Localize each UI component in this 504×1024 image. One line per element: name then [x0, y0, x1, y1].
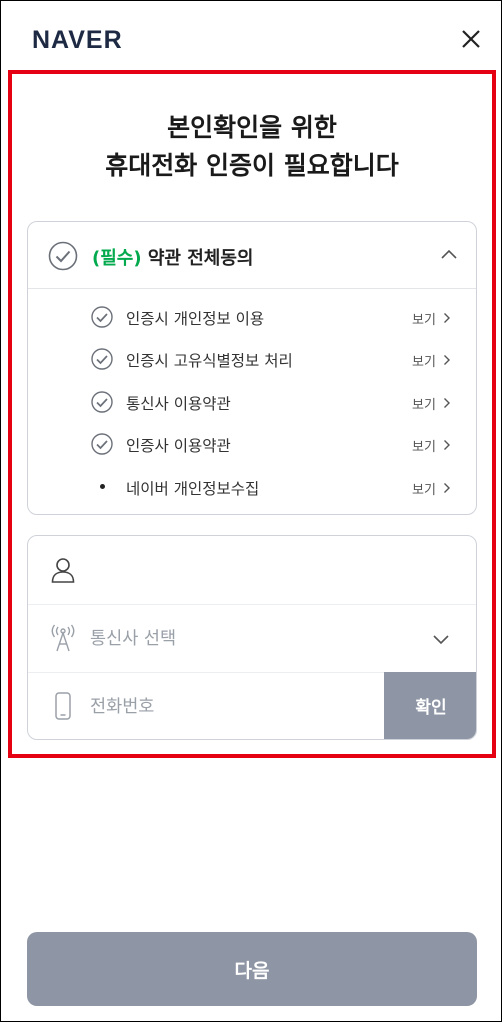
view-link[interactable]: 보기: [412, 479, 436, 498]
view-link[interactable]: 보기: [412, 309, 436, 328]
term-item-label: 인증사 이용약관: [126, 437, 231, 455]
term-item-label: 통신사 이용약관: [126, 395, 231, 413]
check-circle-icon[interactable]: [91, 348, 113, 370]
chevron-up-icon[interactable]: [440, 248, 458, 260]
chevron-right-icon[interactable]: [443, 439, 451, 451]
chevron-right-icon[interactable]: [443, 354, 451, 366]
chevron-right-icon[interactable]: [443, 482, 451, 494]
terms-all-agree-row[interactable]: (필수) 약관 전체동의: [28, 222, 476, 289]
name-field[interactable]: [28, 536, 476, 605]
carrier-placeholder: 통신사 선택: [90, 629, 177, 649]
person-icon: [51, 558, 75, 583]
chevron-right-icon[interactable]: [443, 397, 451, 409]
term-item-label: 네이버 개인정보수집: [126, 480, 260, 498]
term-item[interactable]: 통신사 이용약관 보기: [28, 382, 476, 422]
carrier-select[interactable]: 통신사 선택: [28, 604, 476, 673]
mobile-phone-icon: [55, 692, 71, 720]
chevron-down-icon[interactable]: [432, 634, 450, 645]
close-icon[interactable]: [456, 24, 486, 54]
term-item[interactable]: 인증시 고유식별정보 처리 보기: [28, 339, 476, 379]
term-item[interactable]: 인증사 이용약관 보기: [28, 424, 476, 464]
phone-row: 전화번호 확인: [28, 672, 476, 739]
term-item[interactable]: 네이버 개인정보수집 보기: [28, 467, 476, 507]
view-link[interactable]: 보기: [412, 436, 436, 455]
view-link[interactable]: 보기: [412, 351, 436, 370]
term-item-label: 인증시 개인정보 이용: [126, 310, 265, 328]
naver-logo: NAVER: [32, 26, 123, 54]
header: NAVER: [0, 0, 504, 76]
all-agree-text: 약관 전체동의: [141, 248, 254, 269]
terms-panel: (필수) 약관 전체동의 인증시 개인정보 이용 보기 인증시 고유식별정보 처…: [27, 221, 477, 515]
antenna-icon: [51, 624, 75, 652]
chevron-right-icon[interactable]: [443, 312, 451, 324]
term-item[interactable]: 인증시 개인정보 이용 보기: [28, 297, 476, 337]
page-title-line1: 본인확인을 위한: [167, 113, 337, 142]
check-circle-icon[interactable]: [91, 391, 113, 413]
phone-input[interactable]: 전화번호: [90, 693, 154, 718]
next-button[interactable]: 다음: [27, 932, 477, 1006]
required-tag: (필수): [92, 248, 142, 269]
check-circle-icon[interactable]: [91, 433, 113, 455]
bullet-dot-icon: [100, 484, 105, 489]
confirm-button[interactable]: 확인: [384, 672, 476, 739]
check-circle-icon[interactable]: [48, 241, 78, 271]
view-link[interactable]: 보기: [412, 394, 436, 413]
all-agree-label: (필수) 약관 전체동의: [92, 244, 253, 270]
check-circle-icon[interactable]: [91, 306, 113, 328]
verification-form: 통신사 선택 전화번호 확인: [27, 535, 477, 740]
page-title-line2: 휴대전화 인증이 필요합니다: [105, 151, 399, 180]
term-item-label: 인증시 고유식별정보 처리: [126, 352, 293, 370]
